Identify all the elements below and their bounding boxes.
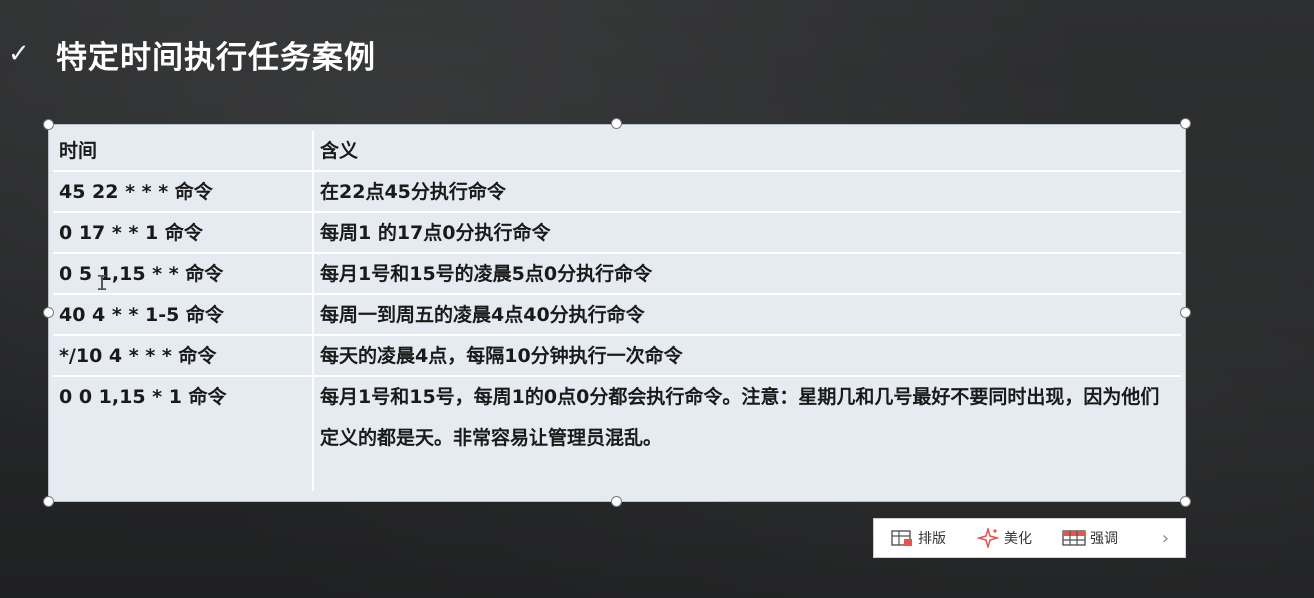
resize-handle-top-right[interactable] [1180, 118, 1191, 129]
cell-meaning: 每月1号和15号，每周1的0点0分都会执行命令。注意：星期几和几号最好不要同时出… [320, 386, 1160, 449]
header-meaning: 含义 [320, 140, 359, 162]
resize-handle-bottom-center[interactable] [611, 496, 622, 507]
cell-time: */10 4 * * * 命令 [59, 345, 217, 367]
cell-time: 45 22 * * * 命令 [59, 181, 213, 203]
check-icon: ✓ [8, 39, 30, 69]
table-row: 0 0 1,15 * 1 命令 每月1号和15号，每周1的0点0分都会执行命令。… [53, 377, 1181, 493]
resize-handle-bottom-left[interactable] [43, 496, 54, 507]
emphasis-button[interactable]: 强调 [1062, 528, 1118, 548]
resize-handle-middle-left[interactable] [43, 307, 54, 318]
slide-title-text: 特定时间执行任务案例 [56, 39, 376, 76]
cell-time: 0 17 * * 1 命令 [59, 222, 203, 244]
beautify-button[interactable]: 美化 [976, 528, 1032, 548]
table-row: 45 22 * * * 命令 在22点45分执行命令 [53, 172, 1181, 213]
table-row: 40 4 * * 1-5 命令 每周一到周五的凌晨4点40分执行命令 [53, 295, 1181, 336]
cell-meaning: 每天的凌晨4点，每隔10分钟执行一次命令 [320, 345, 683, 367]
cell-meaning: 在22点45分执行命令 [320, 181, 506, 203]
cell-meaning: 每周一到周五的凌晨4点40分执行命令 [320, 304, 645, 326]
layout-button[interactable]: 排版 [890, 528, 946, 548]
resize-handle-top-left[interactable] [43, 119, 54, 130]
resize-handle-bottom-right[interactable] [1180, 496, 1191, 507]
table-header-row: 时间 含义 [53, 131, 1181, 172]
table-row: 0 5 1,15 * * 命令 每月1号和15号的凌晨5点0分执行命令 [53, 254, 1181, 295]
slide-title: ✓ 特定时间执行任务案例 [8, 28, 376, 80]
table-layout-icon [890, 528, 914, 548]
layout-label: 排版 [918, 531, 946, 547]
beautify-label: 美化 [1004, 531, 1032, 547]
table-row: 0 17 * * 1 命令 每周1 的17点0分执行命令 [53, 213, 1181, 254]
table-body: 时间 含义 45 22 * * * 命令 在22点45分执行命令 0 17 * … [53, 131, 1181, 491]
cell-meaning: 每月1号和15号的凌晨5点0分执行命令 [320, 263, 653, 285]
header-time: 时间 [59, 140, 98, 162]
cell-meaning: 每周1 的17点0分执行命令 [320, 222, 551, 244]
emphasis-label: 强调 [1090, 531, 1118, 547]
text-cursor: I [96, 271, 109, 295]
resize-handle-middle-right[interactable] [1180, 307, 1191, 318]
cell-time: 40 4 * * 1-5 命令 [59, 304, 224, 326]
resize-handle-top-center[interactable] [611, 118, 622, 129]
cron-examples-table[interactable]: 时间 含义 45 22 * * * 命令 在22点45分执行命令 0 17 * … [48, 124, 1186, 502]
cell-time: 0 0 1,15 * 1 命令 [59, 386, 227, 408]
chevron-right-icon[interactable]: › [1162, 528, 1169, 549]
table-row: */10 4 * * * 命令 每天的凌晨4点，每隔10分钟执行一次命令 [53, 336, 1181, 377]
cell-time: 0 5 1,15 * * 命令 [59, 263, 224, 285]
grid-highlight-icon [1062, 528, 1086, 548]
sparkle-icon [976, 528, 1000, 548]
smart-toolbar: 排版 美化 强调 › [873, 518, 1186, 558]
